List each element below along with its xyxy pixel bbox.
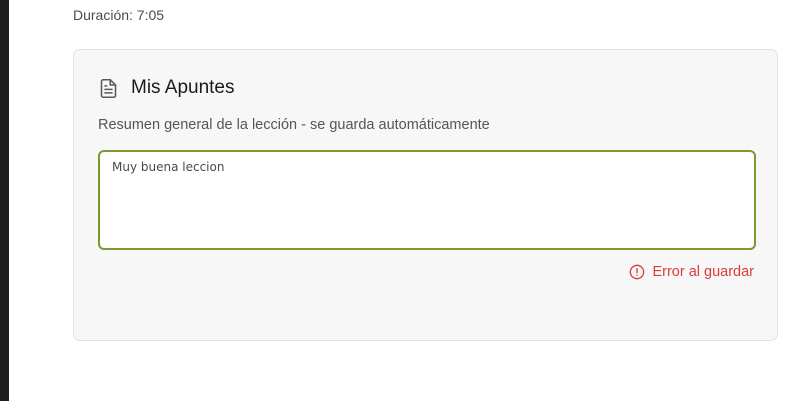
save-status-message: Error al guardar [629, 263, 754, 281]
notes-card: Mis Apuntes Resumen general de la lecció… [73, 49, 778, 341]
left-edge-strip [0, 0, 9, 401]
alert-circle-icon [630, 264, 645, 280]
save-status-text: Error al guardar [652, 264, 754, 280]
notes-card-header: Mis Apuntes [98, 77, 235, 99]
notes-textarea[interactable]: Muy buena leccion [98, 150, 756, 250]
document-icon [100, 78, 117, 98]
lesson-duration: Duración: 7:05 [73, 7, 165, 23]
notes-card-title: Mis Apuntes [131, 77, 235, 98]
notes-card-description: Resumen general de la lección - se guard… [98, 117, 490, 133]
